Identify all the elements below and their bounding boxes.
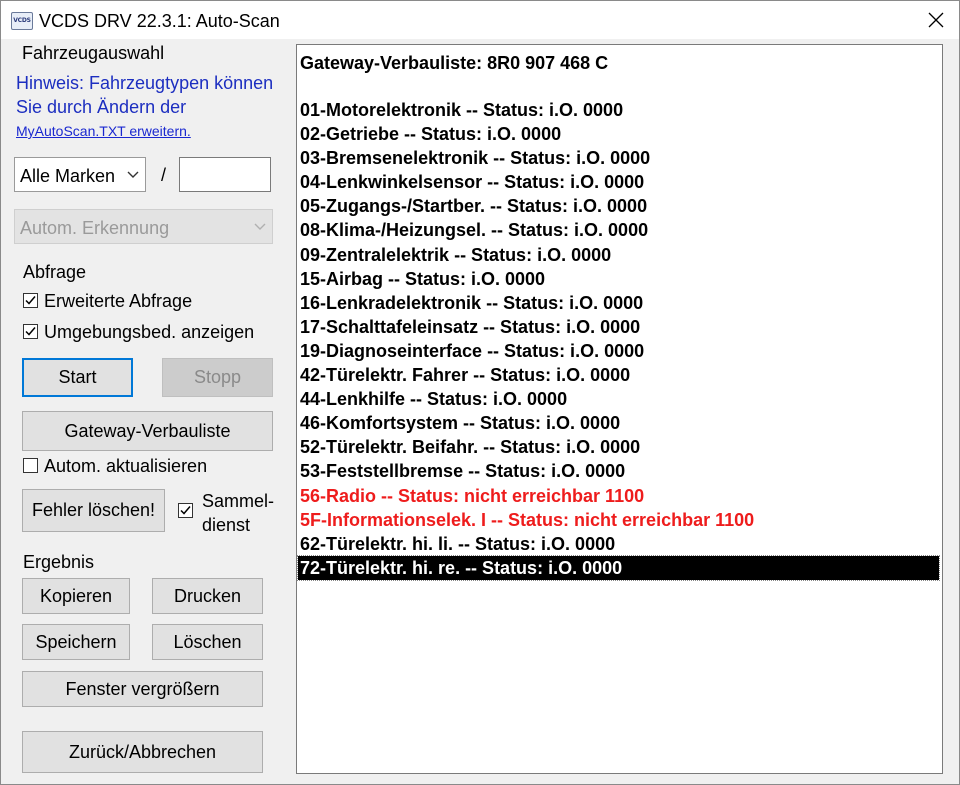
gateway-list-header: Gateway-Verbauliste: 8R0 907 468 C xyxy=(300,53,609,73)
list-item[interactable]: 72-Türelektr. hi. re. -- Status: i.O. 00… xyxy=(297,554,940,581)
collective-service-label-line2[interactable]: dienst xyxy=(202,514,250,536)
save-button[interactable]: Speichern xyxy=(22,624,130,660)
vcds-app-icon: VCDS xyxy=(11,12,33,30)
list-item[interactable]: 44-Lenkhilfe -- Status: i.O. 0000 xyxy=(298,387,941,411)
close-icon xyxy=(928,12,944,28)
list-item[interactable]: 01-Motorelektronik -- Status: i.O. 0000 xyxy=(298,98,941,122)
list-item[interactable]: 62-Türelektr. hi. li. -- Status: i.O. 00… xyxy=(298,532,941,556)
query-label: Abfrage xyxy=(23,262,87,282)
checkmark-icon xyxy=(25,296,36,305)
list-item[interactable]: 46-Komfortsystem -- Status: i.O. 0000 xyxy=(298,411,941,435)
detection-dropdown-value: Autom. Erkennung xyxy=(20,218,170,238)
copy-button[interactable]: Kopieren xyxy=(22,578,130,614)
collective-service-label-line1[interactable]: Sammel- xyxy=(202,490,274,512)
hint-text: Hinweis: Fahrzeugtypen können Sie durch … xyxy=(16,73,274,117)
make-dropdown[interactable]: Alle Marken xyxy=(14,157,146,192)
myautoscan-link[interactable]: MyAutoScan.TXT erweitern. xyxy=(16,122,191,140)
chevron-down-icon xyxy=(254,223,266,230)
chevron-down-icon xyxy=(127,171,139,178)
checkmark-icon xyxy=(180,506,191,515)
make-dropdown-value: Alle Marken xyxy=(20,166,116,186)
extended-query-checkbox[interactable] xyxy=(23,293,38,308)
list-item[interactable]: 04-Lenkwinkelsensor -- Status: i.O. 0000 xyxy=(298,170,941,194)
close-button[interactable] xyxy=(913,2,959,38)
model-input[interactable] xyxy=(179,157,271,192)
detection-dropdown[interactable]: Autom. Erkennung xyxy=(14,209,273,244)
list-item[interactable]: 08-Klima-/Heizungsel. -- Status: i.O. 00… xyxy=(298,218,941,242)
clear-faults-button[interactable]: Fehler löschen! xyxy=(22,489,165,532)
stop-button[interactable]: Stopp xyxy=(162,358,273,397)
print-button[interactable]: Drucken xyxy=(152,578,263,614)
list-item[interactable]: 56-Radio -- Status: nicht erreichbar 110… xyxy=(298,484,941,508)
auto-update-checkbox[interactable] xyxy=(23,458,38,473)
list-item[interactable]: 53-Feststellbremse -- Status: i.O. 0000 xyxy=(298,459,941,483)
delete-button[interactable]: Löschen xyxy=(152,624,263,660)
extended-query-label[interactable]: Erweiterte Abfrage xyxy=(44,290,192,312)
enlarge-window-button[interactable]: Fenster vergrößern xyxy=(22,671,263,707)
collective-service-checkbox[interactable] xyxy=(178,503,193,518)
result-label: Ergebnis xyxy=(23,552,95,572)
list-item[interactable]: 17-Schalttafeleinsatz -- Status: i.O. 00… xyxy=(298,315,941,339)
vehicle-selection-label: Fahrzeugauswahl xyxy=(22,43,165,63)
checkmark-icon xyxy=(25,327,36,336)
results-listbox[interactable]: Gateway-Verbauliste: 8R0 907 468 C 01-Mo… xyxy=(296,44,943,774)
gateway-list-button[interactable]: Gateway-Verbauliste xyxy=(22,411,273,451)
show-environment-checkbox[interactable] xyxy=(23,324,38,339)
list-item[interactable]: 09-Zentralelektrik -- Status: i.O. 0000 xyxy=(298,243,941,267)
title-bar[interactable]: VCDS VCDS DRV 22.3.1: Auto-Scan xyxy=(1,1,959,39)
list-item[interactable]: 16-Lenkradelektronik -- Status: i.O. 000… xyxy=(298,291,941,315)
make-model-separator: / xyxy=(161,165,167,185)
list-item[interactable]: 42-Türelektr. Fahrer -- Status: i.O. 000… xyxy=(298,363,941,387)
show-environment-label[interactable]: Umgebungsbed. anzeigen xyxy=(44,321,254,343)
list-item[interactable]: 03-Bremsenelektronik -- Status: i.O. 000… xyxy=(298,146,941,170)
list-item[interactable]: 02-Getriebe -- Status: i.O. 0000 xyxy=(298,122,941,146)
list-item[interactable]: 15-Airbag -- Status: i.O. 0000 xyxy=(298,267,941,291)
list-item[interactable]: 5F-Informationselek. I -- Status: nicht … xyxy=(298,508,941,532)
module-list[interactable]: 01-Motorelektronik -- Status: i.O. 0000 0… xyxy=(297,98,941,581)
list-item[interactable]: 19-Diagnoseinterface -- Status: i.O. 000… xyxy=(298,339,941,363)
start-button[interactable]: Start xyxy=(22,358,133,397)
auto-update-label[interactable]: Autom. aktualisieren xyxy=(44,455,207,477)
list-item[interactable]: 52-Türelektr. Beifahr. -- Status: i.O. 0… xyxy=(298,435,941,459)
list-item[interactable]: 05-Zugangs-/Startber. -- Status: i.O. 00… xyxy=(298,194,941,218)
window-title: VCDS DRV 22.3.1: Auto-Scan xyxy=(39,11,280,31)
back-cancel-button[interactable]: Zurück/Abbrechen xyxy=(22,731,263,773)
